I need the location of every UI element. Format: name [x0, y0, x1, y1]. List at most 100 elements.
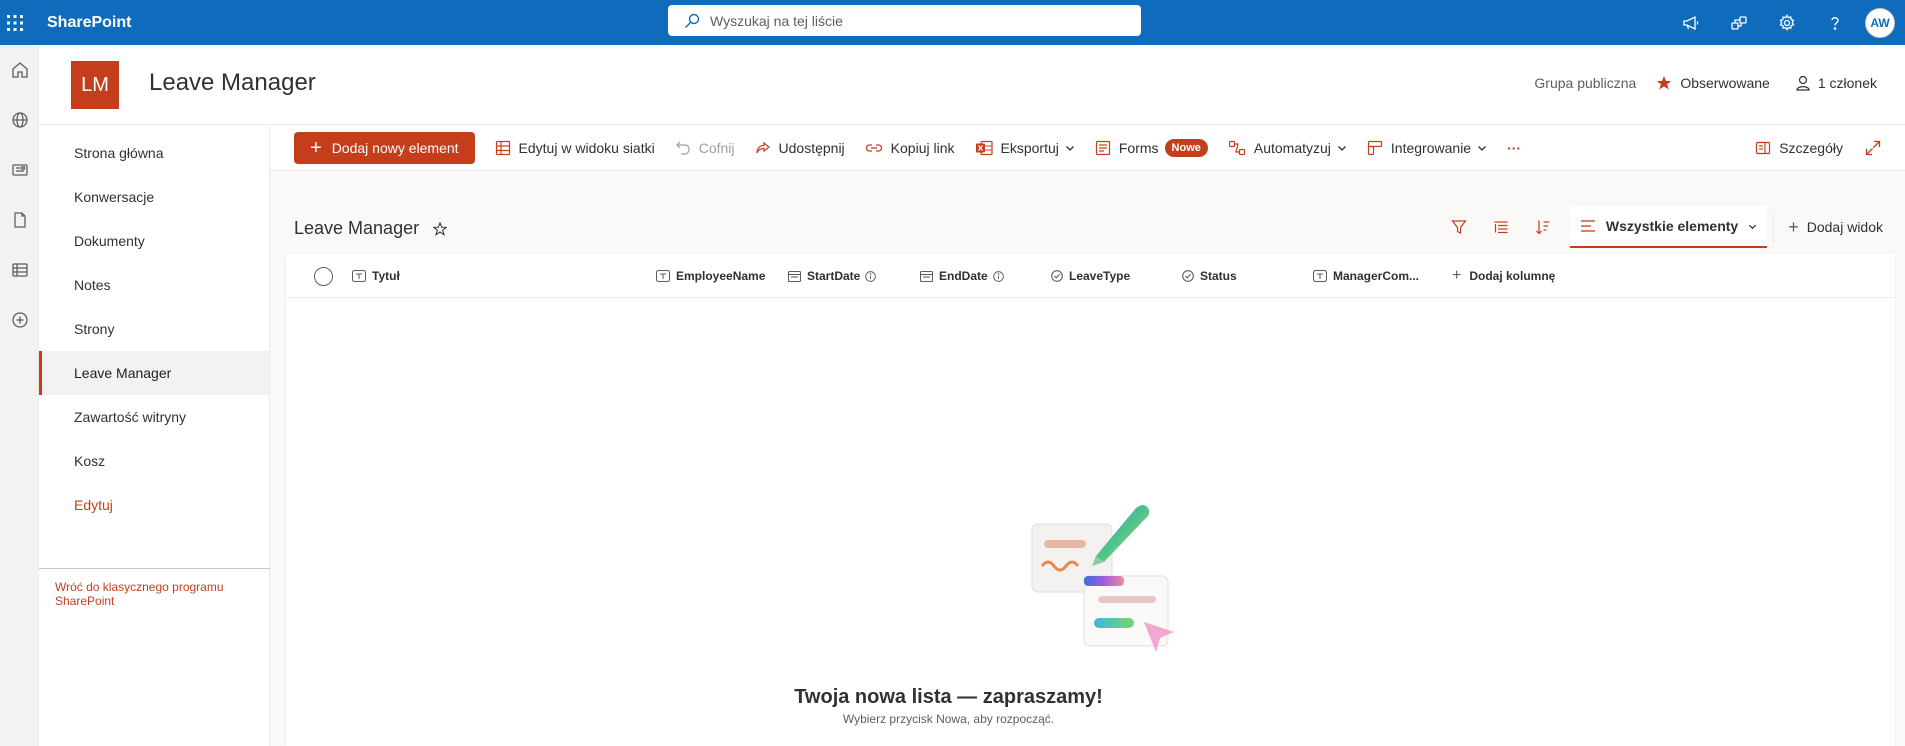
settings-button[interactable] [1763, 0, 1811, 45]
link-icon [865, 143, 882, 152]
chevron-down-icon [1478, 145, 1487, 151]
integrate-button[interactable]: Integrowanie [1367, 140, 1487, 156]
sort-icon [1535, 220, 1550, 235]
nav-edit-link[interactable]: Edytuj [39, 483, 269, 527]
star-outline-icon[interactable] [433, 221, 448, 236]
nav-item-pages[interactable]: Strony [39, 307, 269, 351]
group-button[interactable] [1480, 206, 1522, 248]
list-icon [11, 263, 28, 277]
forms-icon [1095, 140, 1110, 155]
announcements-button[interactable] [1667, 0, 1715, 45]
add-new-item-button[interactable]: + Dodaj nowy element [294, 131, 475, 164]
empty-state-subtitle: Wybierz przycisk Nowa, aby rozpocząć. [842, 712, 1055, 726]
help-icon [1831, 16, 1839, 30]
nav-item-home[interactable]: Strona główna [39, 131, 269, 175]
view-lines-icon [1580, 220, 1595, 232]
plus-icon: + [310, 136, 322, 159]
copy-link-button[interactable]: Kopiuj link [865, 140, 955, 156]
info-icon[interactable] [992, 270, 1004, 282]
column-header-employee[interactable]: EmployeeName [656, 254, 765, 298]
classic-experience-link[interactable]: Wróć do klasycznego programu SharePoint [55, 580, 255, 608]
rail-sites-button[interactable] [0, 95, 39, 145]
forms-button[interactable]: Forms Nowe [1095, 138, 1208, 157]
column-header-manager-comments[interactable]: ManagerCom... [1313, 254, 1419, 298]
view-toolbar: Wszystkie elementy + Dodaj widok [1438, 206, 1905, 248]
user-avatar[interactable]: AW [1865, 7, 1895, 38]
share-network-icon [1731, 15, 1747, 30]
text-field-icon [352, 270, 366, 282]
apps-button[interactable] [1715, 0, 1763, 45]
search-input[interactable] [710, 12, 1130, 29]
members-button[interactable]: 1 członek [1796, 75, 1877, 91]
waffle-icon [7, 14, 23, 31]
column-label: Dodaj kolumnę [1469, 269, 1556, 283]
nav-item-documents[interactable]: Dokumenty [39, 219, 269, 263]
add-view-button[interactable]: + Dodaj widok [1773, 212, 1905, 242]
share-label: Udostępnij [778, 139, 845, 156]
select-all-checkbox[interactable] [314, 267, 333, 286]
expand-icon [1865, 140, 1881, 156]
column-header-leave-type[interactable]: LeaveType [1051, 254, 1130, 298]
site-logo[interactable]: LM [71, 61, 119, 109]
info-icon[interactable] [865, 270, 877, 282]
app-name-link[interactable]: SharePoint [47, 14, 131, 32]
left-navigation: Strona główna Konwersacje Dokumenty Note… [39, 125, 270, 746]
sort-button[interactable] [1522, 206, 1564, 248]
column-label: Tytuł [372, 269, 400, 283]
details-label: Szczegóły [1779, 140, 1843, 156]
globe-icon [11, 112, 28, 128]
column-header-status[interactable]: Status [1182, 254, 1237, 298]
help-button[interactable] [1811, 0, 1859, 45]
suite-actions: AW [1667, 0, 1905, 45]
site-title[interactable]: Leave Manager [149, 69, 316, 97]
rail-home-button[interactable] [0, 45, 39, 95]
list-title[interactable]: Leave Manager [294, 218, 419, 239]
view-selector[interactable]: Wszystkie elementy [1569, 206, 1768, 248]
column-label: EndDate [939, 269, 988, 283]
text-field-icon [656, 270, 670, 282]
column-header-end-date[interactable]: EndDate [920, 254, 1004, 298]
news-icon [11, 164, 28, 176]
share-icon [755, 141, 770, 153]
expand-button[interactable] [1865, 140, 1889, 156]
nav-item-conversations[interactable]: Konwersacje [39, 175, 269, 219]
grid-edit-button[interactable]: Edytuj w widoku siatki [495, 140, 655, 156]
details-button[interactable]: Szczegóły [1755, 140, 1843, 156]
site-header: LM Leave Manager Grupa publiczna Obserwo… [39, 45, 1905, 125]
undo-button[interactable]: Cofnij [675, 140, 735, 156]
nav-item-recycle-bin[interactable]: Kosz [39, 439, 269, 483]
filter-icon [1451, 220, 1467, 234]
command-bar: + Dodaj nowy element Edytuj w widoku sia… [270, 125, 1905, 171]
add-column-button[interactable]: + Dodaj kolumnę [1452, 254, 1555, 298]
suite-bar: SharePoint AW [0, 0, 1905, 45]
star-filled-icon [1657, 76, 1672, 90]
nav-item-leave-manager[interactable]: Leave Manager [39, 351, 269, 395]
rail-files-button[interactable] [0, 195, 39, 245]
list-view: Tytuł EmployeeName StartDate EndDate Lea… [286, 254, 1895, 746]
forms-label: Forms [1118, 139, 1159, 156]
info-pane-icon [1756, 141, 1771, 155]
rail-create-button[interactable] [0, 295, 39, 345]
column-header-title[interactable]: Tytuł [352, 254, 400, 298]
new-badge: Nowe [1164, 138, 1208, 157]
nav-item-site-contents[interactable]: Zawartość witryny [39, 395, 269, 439]
app-launcher-button[interactable] [0, 0, 30, 45]
automate-button[interactable]: Automatyzuj [1228, 140, 1347, 156]
follow-button[interactable]: Obserwowane [1656, 75, 1770, 91]
integrate-label: Integrowanie [1390, 139, 1472, 156]
rail-lists-button[interactable] [0, 245, 39, 295]
more-commands-button[interactable]: ··· [1507, 140, 1521, 156]
group-list-icon [1494, 221, 1508, 234]
filter-button[interactable] [1438, 206, 1480, 248]
command-bar-right: Szczegóły [1735, 125, 1889, 171]
column-header-start-date[interactable]: StartDate [788, 254, 877, 298]
nav-item-notes[interactable]: Notes [39, 263, 269, 307]
calendar-icon [788, 270, 801, 282]
search-box[interactable] [668, 5, 1141, 36]
export-button[interactable]: Eksportuj [975, 140, 1075, 156]
integrate-icon [1367, 140, 1383, 155]
megaphone-icon [1683, 15, 1699, 30]
share-button[interactable]: Udostępnij [755, 140, 845, 156]
rail-news-button[interactable] [0, 145, 39, 195]
choice-icon [1051, 270, 1063, 282]
